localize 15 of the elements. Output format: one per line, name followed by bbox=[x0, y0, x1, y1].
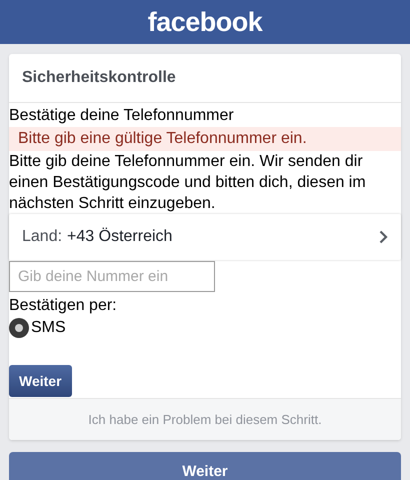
country-selector[interactable]: Land: +43 Österreich bbox=[9, 214, 401, 260]
radio-button[interactable] bbox=[9, 318, 29, 338]
option-label: SMS bbox=[31, 318, 66, 338]
phone-input-field[interactable]: Gib deine Nummer ein bbox=[9, 261, 215, 292]
country-label: Land: bbox=[22, 227, 62, 247]
error-message: Bitte gib eine gültige Telefonnummer ein. bbox=[9, 127, 401, 151]
description-text: Bitte gib deine Telefonnummer ein. Wir senden dir einen Bestätigungscode und bitten dich, diesen im nächsten Schritt einzugeben. bbox=[9, 152, 367, 214]
logo: facebook bbox=[148, 8, 262, 36]
chevron-right-icon bbox=[379, 230, 388, 244]
continue-button[interactable]: Weiter bbox=[9, 365, 72, 397]
card-title: Sicherheitskontrolle bbox=[22, 68, 176, 88]
continue-button[interactable]: Weiter bbox=[9, 452, 401, 480]
country-value: +43 Österreich bbox=[67, 226, 172, 247]
confirm-label: Bestätigen per: bbox=[9, 296, 118, 316]
heading-text: Bestätige deine Telefonnummer bbox=[9, 106, 235, 126]
